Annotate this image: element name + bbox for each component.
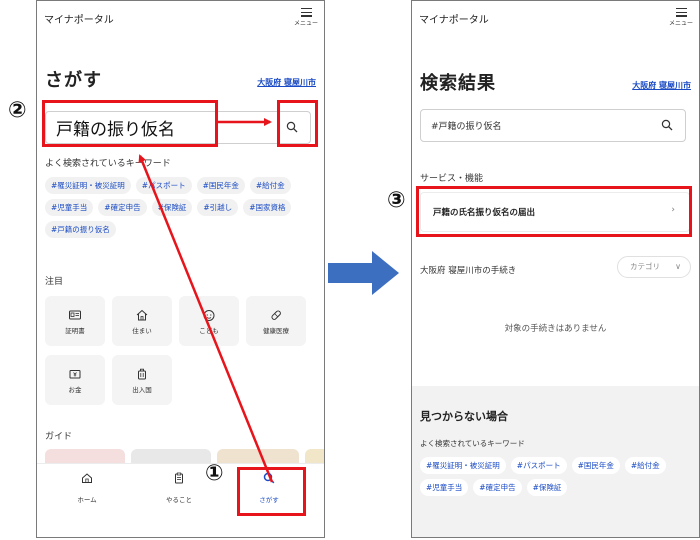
flow-arrow bbox=[328, 251, 399, 295]
keyword-tag[interactable]: #罹災証明・被災証明 bbox=[420, 457, 506, 474]
not-found-panel: 見つからない場合 よく検索されているキーワード #罹災証明・被災証明 #パスポート… bbox=[412, 386, 699, 537]
popular-keywords-label: よく検索されているキーワード bbox=[45, 159, 171, 169]
category-grid: 証明書 住まい こども 健康医療 お金 出入国 bbox=[45, 296, 315, 416]
menu-button[interactable]: メニュー bbox=[294, 7, 318, 33]
keyword-tag[interactable]: #保険証 bbox=[526, 479, 568, 496]
search-input[interactable]: #戸籍の振り仮名 bbox=[420, 109, 686, 142]
keyword-tag[interactable]: #確定申告 bbox=[473, 479, 522, 496]
keyword-tag[interactable]: #保険証 bbox=[151, 199, 193, 216]
category-money[interactable]: お金 bbox=[45, 355, 105, 405]
highlight-service-item bbox=[416, 186, 692, 237]
category-label: 証明書 bbox=[65, 327, 85, 335]
procedures-title: 大阪府 寝屋川市の手続き bbox=[420, 266, 517, 276]
hamburger-icon bbox=[300, 8, 312, 17]
luggage-icon bbox=[138, 368, 146, 380]
keyword-tag[interactable]: #確定申告 bbox=[98, 199, 147, 216]
category-dropdown-label: カテゴリ bbox=[630, 262, 660, 271]
keyword-tag[interactable]: #国民年金 bbox=[196, 177, 245, 194]
top-bar: マイナポータル メニュー bbox=[37, 1, 324, 41]
page-title: さがす bbox=[45, 70, 102, 91]
step-number-3: ③ bbox=[387, 188, 406, 213]
page-title: 検索結果 bbox=[420, 73, 496, 94]
search-screen: マイナポータル メニュー さがす 大阪府 寝屋川市 よく検索されているキーワード… bbox=[36, 0, 325, 538]
app-name: マイナポータル bbox=[419, 15, 489, 26]
category-label: お金 bbox=[68, 386, 82, 394]
keyword-tag[interactable]: #児童手当 bbox=[45, 199, 94, 216]
child-face-icon bbox=[203, 310, 215, 321]
not-found-keywords: #罹災証明・被災証明 #パスポート #国民年金 #給付金 #児童手当 #確定申告 #保険証 bbox=[420, 457, 695, 496]
search-input-value: 戸籍の振り仮名 bbox=[56, 120, 175, 140]
app-name: マイナポータル bbox=[44, 15, 114, 26]
highlight-search-button bbox=[277, 100, 318, 147]
hamburger-icon bbox=[675, 8, 687, 17]
top-bar: マイナポータル メニュー bbox=[412, 1, 699, 41]
category-immigration[interactable]: 出入国 bbox=[112, 355, 172, 405]
keyword-tag[interactable]: #給付金 bbox=[249, 177, 291, 194]
menu-label: メニュー bbox=[294, 20, 319, 28]
keyword-tag[interactable]: #パスポート bbox=[510, 457, 567, 474]
category-label: 住まい bbox=[132, 327, 152, 335]
home-icon bbox=[82, 473, 92, 483]
city-link[interactable]: 大阪府 寝屋川市 bbox=[632, 80, 691, 91]
services-label: サービス・機能 bbox=[420, 174, 484, 184]
capsule-icon bbox=[271, 310, 281, 320]
popular-keywords: #罹災証明・被災証明 #パスポート #国民年金 #給付金 #児童手当 #確定申告 #保険証 #… bbox=[45, 177, 320, 238]
id-card-icon bbox=[69, 310, 81, 320]
nav-todo[interactable]: やること bbox=[149, 472, 209, 506]
highlight-nav-search bbox=[237, 467, 306, 516]
money-icon bbox=[69, 370, 81, 379]
category-children[interactable]: こども bbox=[179, 296, 239, 346]
category-dropdown[interactable]: カテゴリ ∨ bbox=[617, 256, 691, 278]
house-icon bbox=[136, 309, 148, 321]
category-label: こども bbox=[199, 327, 219, 335]
keyword-tag[interactable]: #給付金 bbox=[624, 457, 666, 474]
step-number-2: ② bbox=[8, 98, 27, 123]
menu-button[interactable]: メニュー bbox=[669, 7, 693, 33]
search-icon[interactable] bbox=[661, 119, 673, 131]
attention-label: 注目 bbox=[45, 277, 64, 287]
category-housing[interactable]: 住まい bbox=[112, 296, 172, 346]
keyword-tag[interactable]: #戸籍の振り仮名 bbox=[45, 221, 116, 238]
search-input-value: #戸籍の振り仮名 bbox=[431, 122, 502, 132]
empty-message: 対象の手続きはありません bbox=[504, 324, 607, 334]
not-found-keywords-label: よく検索されているキーワード bbox=[420, 439, 525, 448]
category-label: 健康医療 bbox=[263, 327, 289, 335]
guide-label: ガイド bbox=[45, 432, 73, 442]
keyword-tag[interactable]: #国民年金 bbox=[571, 457, 620, 474]
nav-home[interactable]: ホーム bbox=[57, 472, 117, 506]
menu-label: メニュー bbox=[669, 20, 694, 28]
category-label: 出入国 bbox=[132, 386, 152, 394]
keyword-tag[interactable]: #国家資格 bbox=[243, 199, 292, 216]
nav-todo-label: やること bbox=[166, 496, 192, 504]
category-health[interactable]: 健康医療 bbox=[246, 296, 306, 346]
search-results-screen: マイナポータル メニュー 検索結果 大阪府 寝屋川市 #戸籍の振り仮名 サービス… bbox=[411, 0, 700, 538]
not-found-title: 見つからない場合 bbox=[420, 410, 508, 423]
category-certificate[interactable]: 証明書 bbox=[45, 296, 105, 346]
step-number-1: ① bbox=[205, 461, 224, 486]
nav-home-label: ホーム bbox=[77, 496, 97, 504]
keyword-tag[interactable]: #パスポート bbox=[135, 177, 192, 194]
city-link[interactable]: 大阪府 寝屋川市 bbox=[257, 77, 316, 88]
keyword-tag[interactable]: #罹災証明・被災証明 bbox=[45, 177, 131, 194]
keyword-tag[interactable]: #引越し bbox=[197, 199, 239, 216]
clipboard-icon bbox=[175, 472, 183, 484]
keyword-tag[interactable]: #児童手当 bbox=[420, 479, 469, 496]
chevron-down-icon: ∨ bbox=[675, 262, 681, 271]
